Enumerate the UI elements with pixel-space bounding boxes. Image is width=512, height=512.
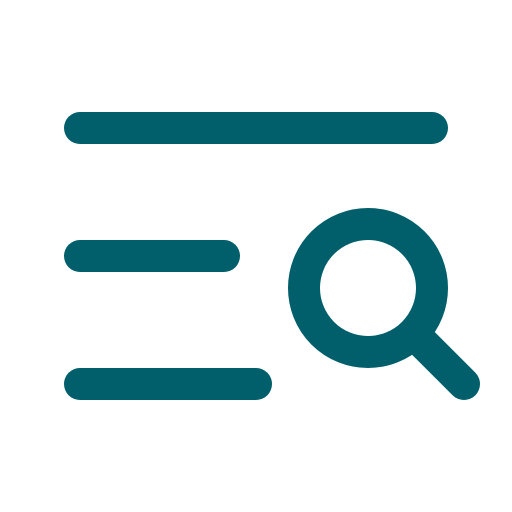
magnifier-icon (288, 208, 480, 400)
icon-canvas (0, 0, 512, 512)
magnifier-handle (400, 320, 480, 400)
list-search-icon-svg (64, 112, 480, 400)
list-search-icon (0, 0, 512, 512)
